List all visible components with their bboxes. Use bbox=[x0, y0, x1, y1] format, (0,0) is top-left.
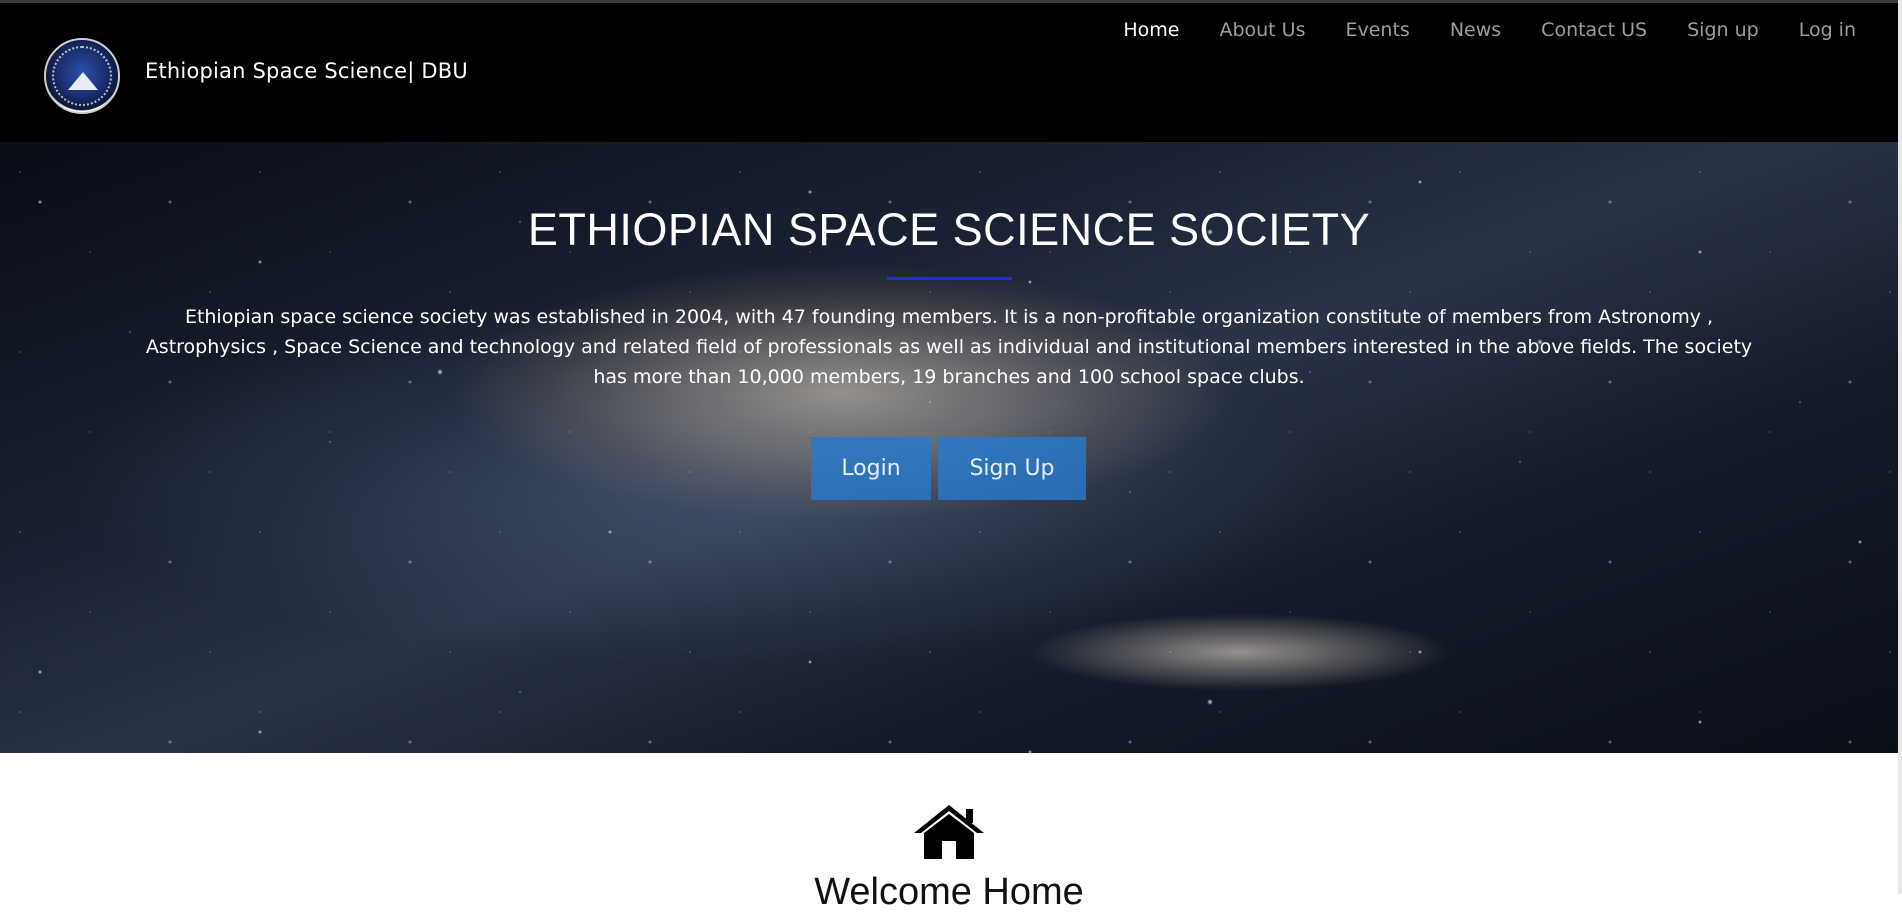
hero-section: ETHIOPIAN SPACE SCIENCE SOCIETY Ethiopia… bbox=[0, 142, 1898, 753]
welcome-section: Welcome Home bbox=[0, 753, 1898, 913]
signup-button[interactable]: Sign Up bbox=[938, 437, 1086, 500]
nav-events[interactable]: Events bbox=[1325, 17, 1429, 43]
nav-sign-up[interactable]: Sign up bbox=[1667, 17, 1779, 43]
hero-title: ETHIOPIAN SPACE SCIENCE SOCIETY bbox=[527, 204, 1371, 255]
brand-name[interactable]: Ethiopian Space Science| DBU bbox=[145, 59, 468, 83]
logo-mountain-icon bbox=[68, 72, 98, 90]
main-nav: Home About Us Events News Contact US Sig… bbox=[1103, 17, 1876, 43]
home-icon bbox=[914, 805, 984, 859]
nav-home[interactable]: Home bbox=[1103, 17, 1199, 43]
nav-contact-us[interactable]: Contact US bbox=[1521, 17, 1667, 43]
nav-log-in[interactable]: Log in bbox=[1779, 17, 1876, 43]
hero-description: Ethiopian space science society was esta… bbox=[145, 306, 1753, 388]
nav-about-us[interactable]: About Us bbox=[1199, 17, 1325, 43]
nav-news[interactable]: News bbox=[1430, 17, 1521, 43]
navbar: Ethiopian Space Science| DBU Home About … bbox=[0, 3, 1898, 142]
login-button[interactable]: Login bbox=[811, 437, 931, 500]
hero-buttons: Login Sign Up bbox=[811, 437, 1086, 500]
society-logo[interactable] bbox=[44, 38, 120, 114]
page-scrollbar[interactable] bbox=[1898, 0, 1902, 894]
title-divider bbox=[887, 277, 1012, 280]
welcome-heading: Welcome Home bbox=[814, 871, 1084, 913]
